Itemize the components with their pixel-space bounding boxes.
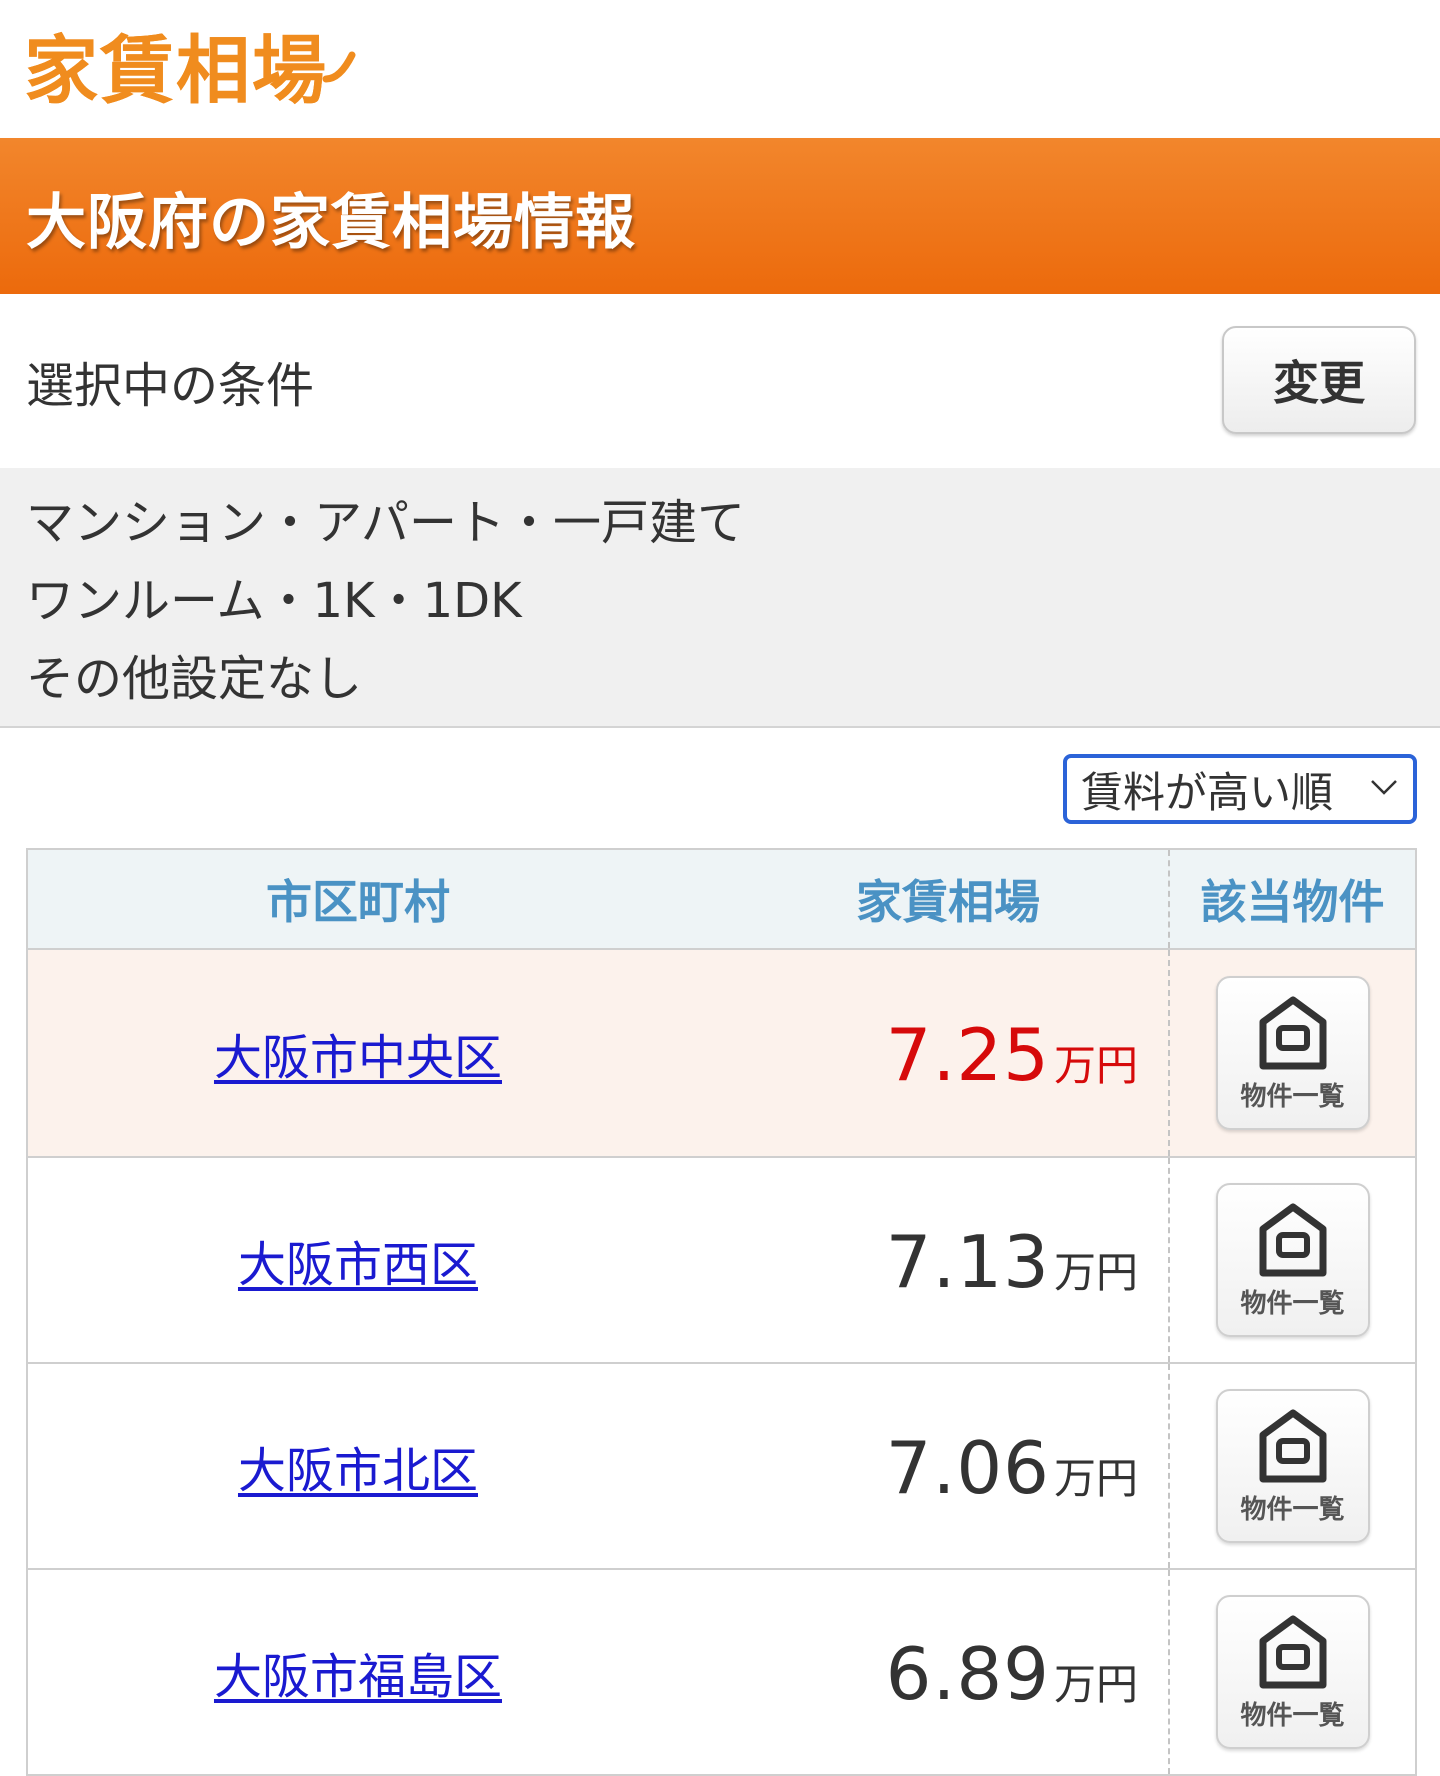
page-title-banner: 大阪府の家賃相場情報 <box>0 138 1440 294</box>
change-conditions-button[interactable]: 変更 <box>1222 326 1416 434</box>
sort-bar: 賃料が高い順 <box>0 728 1440 846</box>
page-title: 大阪府の家賃相場情報 <box>26 188 636 258</box>
chevron-down-icon <box>1371 780 1397 795</box>
header-listings: 該当物件 <box>1168 850 1415 948</box>
sort-select[interactable]: 賃料が高い順 <box>1063 754 1417 824</box>
sort-selected-value: 賃料が高い順 <box>1081 767 1334 817</box>
rent-unit: 万円 <box>1053 1040 1138 1090</box>
table-row: 大阪市北区 7.06 万円 物件一覧 <box>28 1362 1415 1568</box>
rent-unit: 万円 <box>1053 1659 1138 1709</box>
rent-value: 7.25 万円 <box>886 1010 1138 1097</box>
rent-value: 6.89 万円 <box>886 1629 1138 1716</box>
listings-button-label: 物件一覧 <box>1240 1288 1345 1319</box>
listings-button[interactable]: 物件一覧 <box>1215 976 1370 1130</box>
site-logo[interactable]: 家賃相場 <box>24 14 356 114</box>
house-icon <box>1259 1615 1326 1688</box>
rent-number: 6.89 <box>885 1631 1050 1716</box>
area-link-nishi[interactable]: 大阪市西区 <box>238 1225 478 1295</box>
header-rent: 家賃相場 <box>856 875 1040 929</box>
rent-table: 市区町村 家賃相場 該当物件 大阪市中央区 7.25 万円 物件一覧 大阪市西区… <box>26 848 1417 1776</box>
rent-value: 7.13 万円 <box>886 1217 1138 1304</box>
listings-button-label: 物件一覧 <box>1240 1494 1345 1525</box>
rent-unit: 万円 <box>1053 1453 1138 1503</box>
house-icon <box>1259 1203 1326 1276</box>
conditions-summary: マンション・アパート・一戸建て ワンルーム・1K・1DK その他設定なし <box>0 468 1440 728</box>
area-link-kita[interactable]: 大阪市北区 <box>238 1431 478 1501</box>
listings-button[interactable]: 物件一覧 <box>1215 1183 1370 1337</box>
rent-value: 7.06 万円 <box>886 1423 1138 1510</box>
listings-button-label: 物件一覧 <box>1240 1700 1345 1731</box>
site-header: 家賃相場 <box>0 0 1440 138</box>
area-link-fukushima[interactable]: 大阪市福島区 <box>214 1637 502 1707</box>
rent-number: 7.25 <box>885 1012 1050 1097</box>
area-link-chuo[interactable]: 大阪市中央区 <box>214 1018 502 1088</box>
conditions-label: 選択中の条件 <box>26 358 315 414</box>
rent-unit: 万円 <box>1053 1247 1138 1297</box>
house-icon <box>1259 996 1326 1069</box>
table-row: 大阪市中央区 7.25 万円 物件一覧 <box>28 950 1415 1156</box>
rent-number: 7.06 <box>885 1425 1050 1510</box>
conditions-header: 選択中の条件 変更 <box>0 294 1440 468</box>
logo-swoosh-icon <box>322 51 356 83</box>
table-row: 大阪市福島区 6.89 万円 物件一覧 <box>28 1568 1415 1774</box>
listings-button[interactable]: 物件一覧 <box>1215 1595 1370 1749</box>
table-row: 大阪市西区 7.13 万円 物件一覧 <box>28 1156 1415 1362</box>
listings-button-label: 物件一覧 <box>1240 1081 1345 1112</box>
house-icon <box>1259 1409 1326 1482</box>
condition-other: その他設定なし <box>26 651 363 707</box>
condition-layout: ワンルーム・1K・1DK <box>26 573 522 629</box>
table-header: 市区町村 家賃相場 該当物件 <box>28 850 1415 950</box>
rent-number: 7.13 <box>885 1219 1050 1304</box>
logo-text: 家賃相場 <box>24 27 328 114</box>
listings-button[interactable]: 物件一覧 <box>1215 1389 1370 1543</box>
header-area: 市区町村 <box>266 875 450 929</box>
condition-building-type: マンション・アパート・一戸建て <box>26 495 746 551</box>
